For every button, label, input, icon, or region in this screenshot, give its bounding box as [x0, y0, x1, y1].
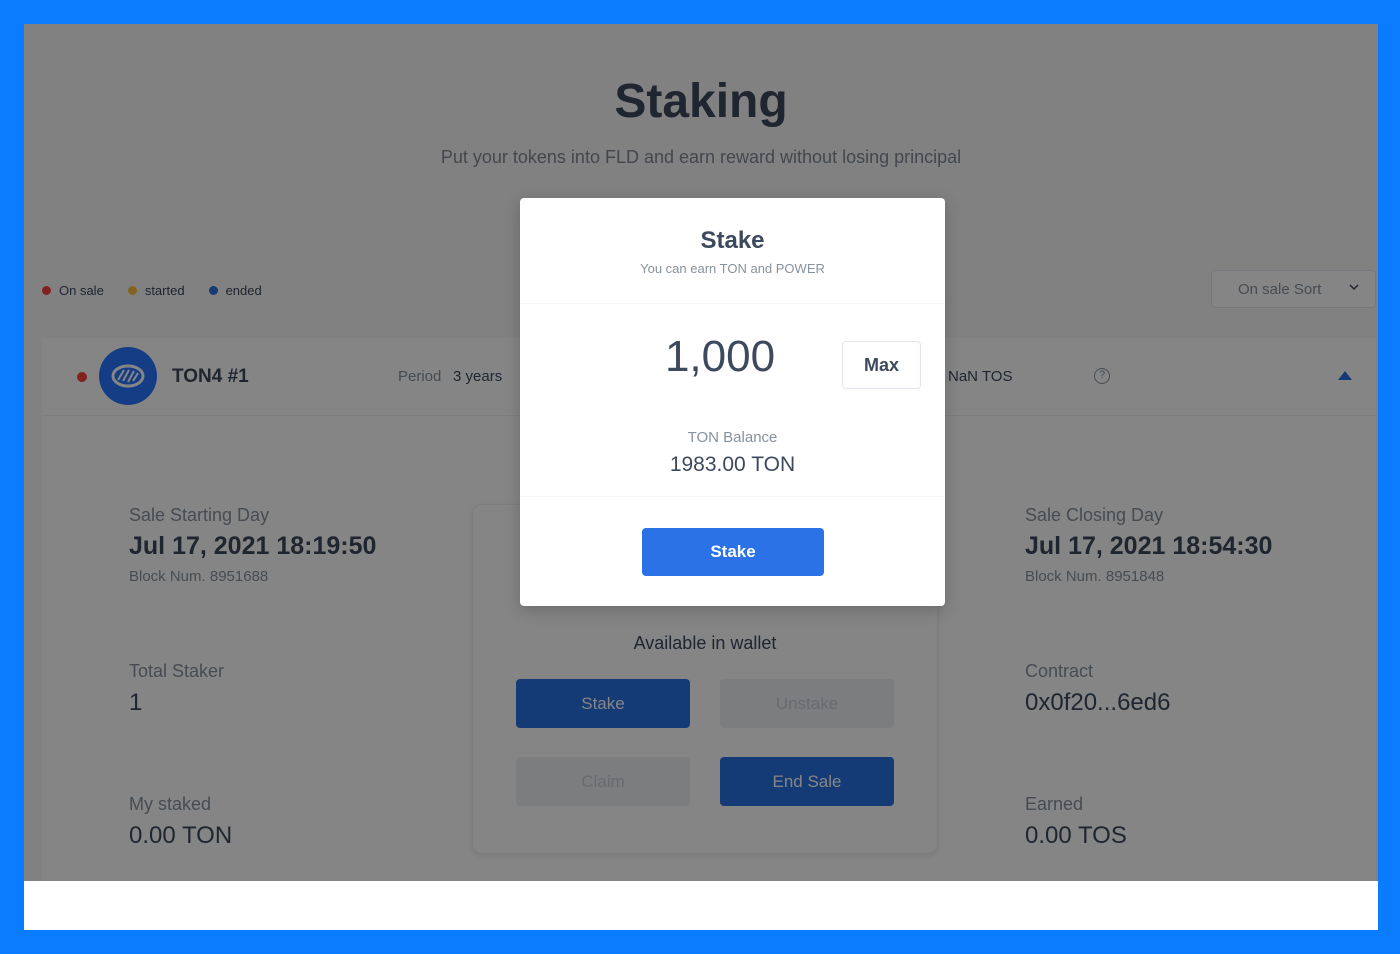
modal-title: Stake [700, 227, 765, 254]
modal-header: Stake You can earn TON and POWER [520, 198, 945, 304]
balance-value: 1983.00 TON [669, 453, 796, 476]
page-bottom-area [24, 881, 1378, 930]
modal-subtitle: You can earn TON and POWER [640, 261, 825, 276]
stake-modal: Stake You can earn TON and POWER 1,000 M… [520, 198, 945, 606]
modal-divider [520, 496, 945, 497]
app-window: Staking Put your tokens into FLD and ear… [24, 24, 1378, 930]
stake-amount-input[interactable]: 1,000 [620, 332, 820, 382]
max-button[interactable]: Max [842, 341, 921, 389]
modal-stake-button[interactable]: Stake [642, 528, 824, 576]
balance-label: TON Balance [687, 429, 778, 446]
